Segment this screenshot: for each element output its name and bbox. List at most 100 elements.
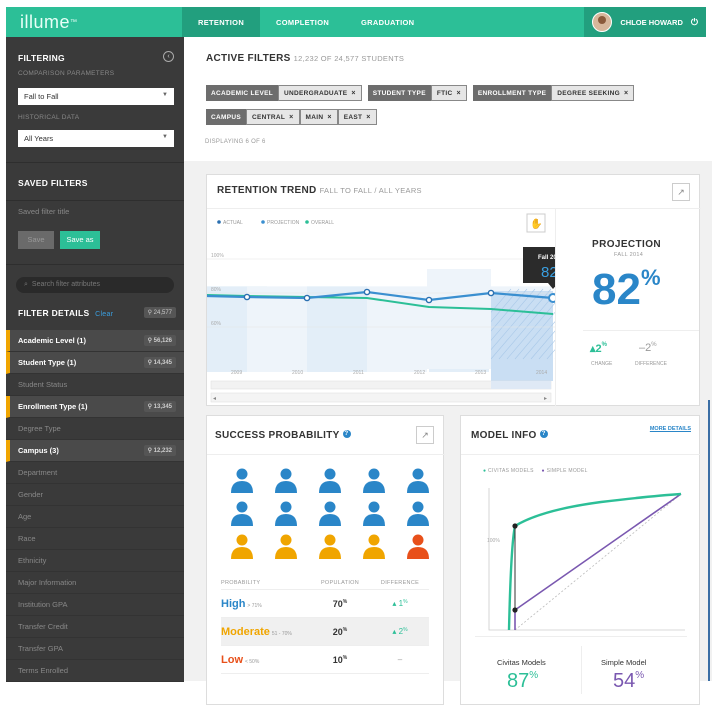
filter-item-label: Transfer Credit — [18, 622, 68, 631]
total-count-badge: ⚲ 24,577 — [143, 307, 176, 318]
filter-item[interactable]: Student Status — [6, 374, 184, 396]
model-chart: 100% — [487, 488, 685, 631]
logo-text: illume — [20, 11, 71, 32]
comparison-select[interactable]: Fall to Fall ▼ — [18, 88, 174, 105]
svg-text:82: 82 — [541, 264, 555, 281]
data-point — [425, 296, 433, 304]
person-icon — [231, 468, 253, 493]
filter-item[interactable]: Campus (3) ⚲ 12,232 — [6, 440, 184, 462]
simple-value: 54% — [613, 670, 645, 692]
filter-item[interactable]: Department — [6, 462, 184, 484]
close-icon[interactable]: × — [456, 90, 460, 97]
person-icon — [275, 501, 297, 526]
filter-item[interactable]: Ethnicity — [6, 550, 184, 572]
user-menu[interactable]: CHLOE HOWARD ⏻ — [584, 7, 706, 37]
close-icon[interactable]: × — [624, 90, 628, 97]
close-icon[interactable]: × — [351, 90, 355, 97]
filter-details-title: FILTER DETAILS Clear — [18, 308, 114, 318]
close-icon[interactable]: × — [366, 114, 370, 121]
filter-tag-name: ACADEMIC LEVEL — [206, 85, 278, 101]
filter-item[interactable]: Student Type (1) ⚲ 14,345 — [6, 352, 184, 374]
table-row[interactable]: Moderate 51 - 70% 20% ▴ 2% — [221, 618, 429, 646]
expand-icon[interactable]: ↗ — [416, 426, 434, 444]
table-row[interactable]: Low < 50% 10% – — [221, 646, 429, 674]
person-icon: ⚲ — [147, 360, 154, 366]
filter-item[interactable]: Institution GPA — [6, 594, 184, 616]
app-logo[interactable]: illume ™ — [6, 7, 182, 37]
historical-label: HISTORICAL DATA — [18, 114, 80, 121]
person-icon: ⚲ — [147, 338, 154, 344]
close-icon[interactable]: × — [289, 114, 293, 121]
filter-item[interactable]: Terms Enrolled — [6, 660, 184, 682]
save-button[interactable]: Save — [18, 231, 54, 249]
y-tick-label: 60% — [211, 321, 222, 327]
scroll-right-icon: ▸ — [544, 396, 547, 402]
filter-sidebar: FILTERING ‹ COMPARISON PARAMETERS Fall t… — [6, 37, 184, 682]
search-filter-input[interactable]: ⌕ Search filter attributes — [16, 277, 174, 293]
filter-tag-value[interactable]: DEGREE SEEKING × — [551, 85, 635, 101]
save-as-button[interactable]: Save as — [60, 231, 100, 249]
table-row[interactable]: High > 71% 70% ▴ 1% — [221, 590, 429, 618]
filter-item[interactable]: Age — [6, 506, 184, 528]
saved-filters-title: SAVED FILTERS — [18, 178, 88, 188]
people-grid — [231, 468, 429, 559]
data-point — [303, 294, 311, 302]
chevron-down-icon: ▼ — [162, 92, 168, 98]
collapse-sidebar-icon[interactable]: ‹ — [163, 51, 174, 62]
person-icon — [319, 468, 341, 493]
data-point — [243, 293, 251, 301]
filter-item-label: Campus (3) — [18, 446, 59, 455]
close-icon[interactable]: × — [327, 114, 331, 121]
filter-item[interactable]: Academic Level (1) ⚲ 56,126 — [6, 330, 184, 352]
filter-tag-value[interactable]: MAIN × — [299, 109, 338, 125]
person-icon — [275, 468, 297, 493]
filter-item-label: Academic Level (1) — [18, 336, 86, 345]
table-header: PROBABILITY POPULATION DIFFERENCE — [221, 576, 429, 590]
expand-icon[interactable]: ↗ — [672, 183, 690, 201]
filter-item[interactable]: Gender — [6, 484, 184, 506]
filter-item[interactable]: Transfer Credit — [6, 616, 184, 638]
change-label: CHANGE — [591, 361, 613, 367]
user-name: CHLOE HOWARD — [620, 17, 683, 27]
filter-item[interactable]: Degree Type — [6, 418, 184, 440]
filter-tag-value[interactable]: UNDERGRADUATE × — [277, 85, 362, 101]
x-tick-label: 2012 — [414, 370, 425, 376]
filter-tag-value[interactable]: EAST × — [337, 109, 377, 125]
filter-item-label: Ethnicity — [18, 556, 47, 565]
person-icon: ⚲ — [147, 310, 152, 316]
tab-retention[interactable]: RETENTION — [182, 7, 261, 37]
filter-item[interactable]: Major Information — [6, 572, 184, 594]
filter-item-label: Enrollment Type (1) — [18, 402, 88, 411]
saved-filter-title-input[interactable]: Saved filter title — [18, 207, 69, 216]
retention-title: RETENTION TREND FALL TO FALL / ALL YEARS — [217, 185, 422, 196]
x-tick-label: 2013 — [475, 370, 486, 376]
historical-select[interactable]: All Years ▼ — [18, 130, 174, 147]
civitas-label: Civitas Models — [497, 658, 546, 667]
svg-text:Fall 2014: Fall 2014 — [538, 255, 555, 261]
filter-item[interactable]: Enrollment Type (1) ⚲ 13,345 — [6, 396, 184, 418]
filter-item-label: Department — [18, 468, 58, 477]
tab-graduation[interactable]: GRADUATION — [345, 7, 430, 37]
person-icon — [363, 534, 385, 559]
x-tick-label: 2009 — [231, 370, 242, 376]
filter-item-label: Institution GPA — [18, 600, 68, 609]
filter-tag-value[interactable]: CENTRAL × — [245, 109, 300, 125]
success-title: SUCCESS PROBABILITY ? — [215, 430, 351, 441]
probability-table: PROBABILITY POPULATION DIFFERENCE High >… — [221, 576, 429, 674]
person-icon — [363, 501, 385, 526]
clear-link[interactable]: Clear — [95, 311, 113, 318]
filter-item[interactable]: Transfer GPA — [6, 638, 184, 660]
filtering-title: FILTERING — [18, 53, 65, 63]
scroll-left-icon: ◂ — [213, 396, 216, 402]
filter-tag-value[interactable]: FTIC × — [430, 85, 467, 101]
tab-completion[interactable]: COMPLETION — [260, 7, 345, 37]
displaying-count: DISPLAYING 6 OF 6 — [205, 139, 266, 145]
difference-value: –2% — [639, 342, 657, 354]
filter-tag-name: STUDENT TYPE — [367, 85, 431, 101]
power-icon[interactable]: ⏻ — [691, 17, 698, 28]
active-filters-title: ACTIVE FILTERS 12,232 OF 24,577 STUDENTS — [206, 53, 405, 64]
comparison-label: COMPARISON PARAMETERS — [18, 70, 115, 77]
more-details-link[interactable]: MORE DETAILS — [650, 426, 691, 432]
filter-item[interactable]: Race — [6, 528, 184, 550]
change-value: ▴2% — [590, 342, 607, 355]
